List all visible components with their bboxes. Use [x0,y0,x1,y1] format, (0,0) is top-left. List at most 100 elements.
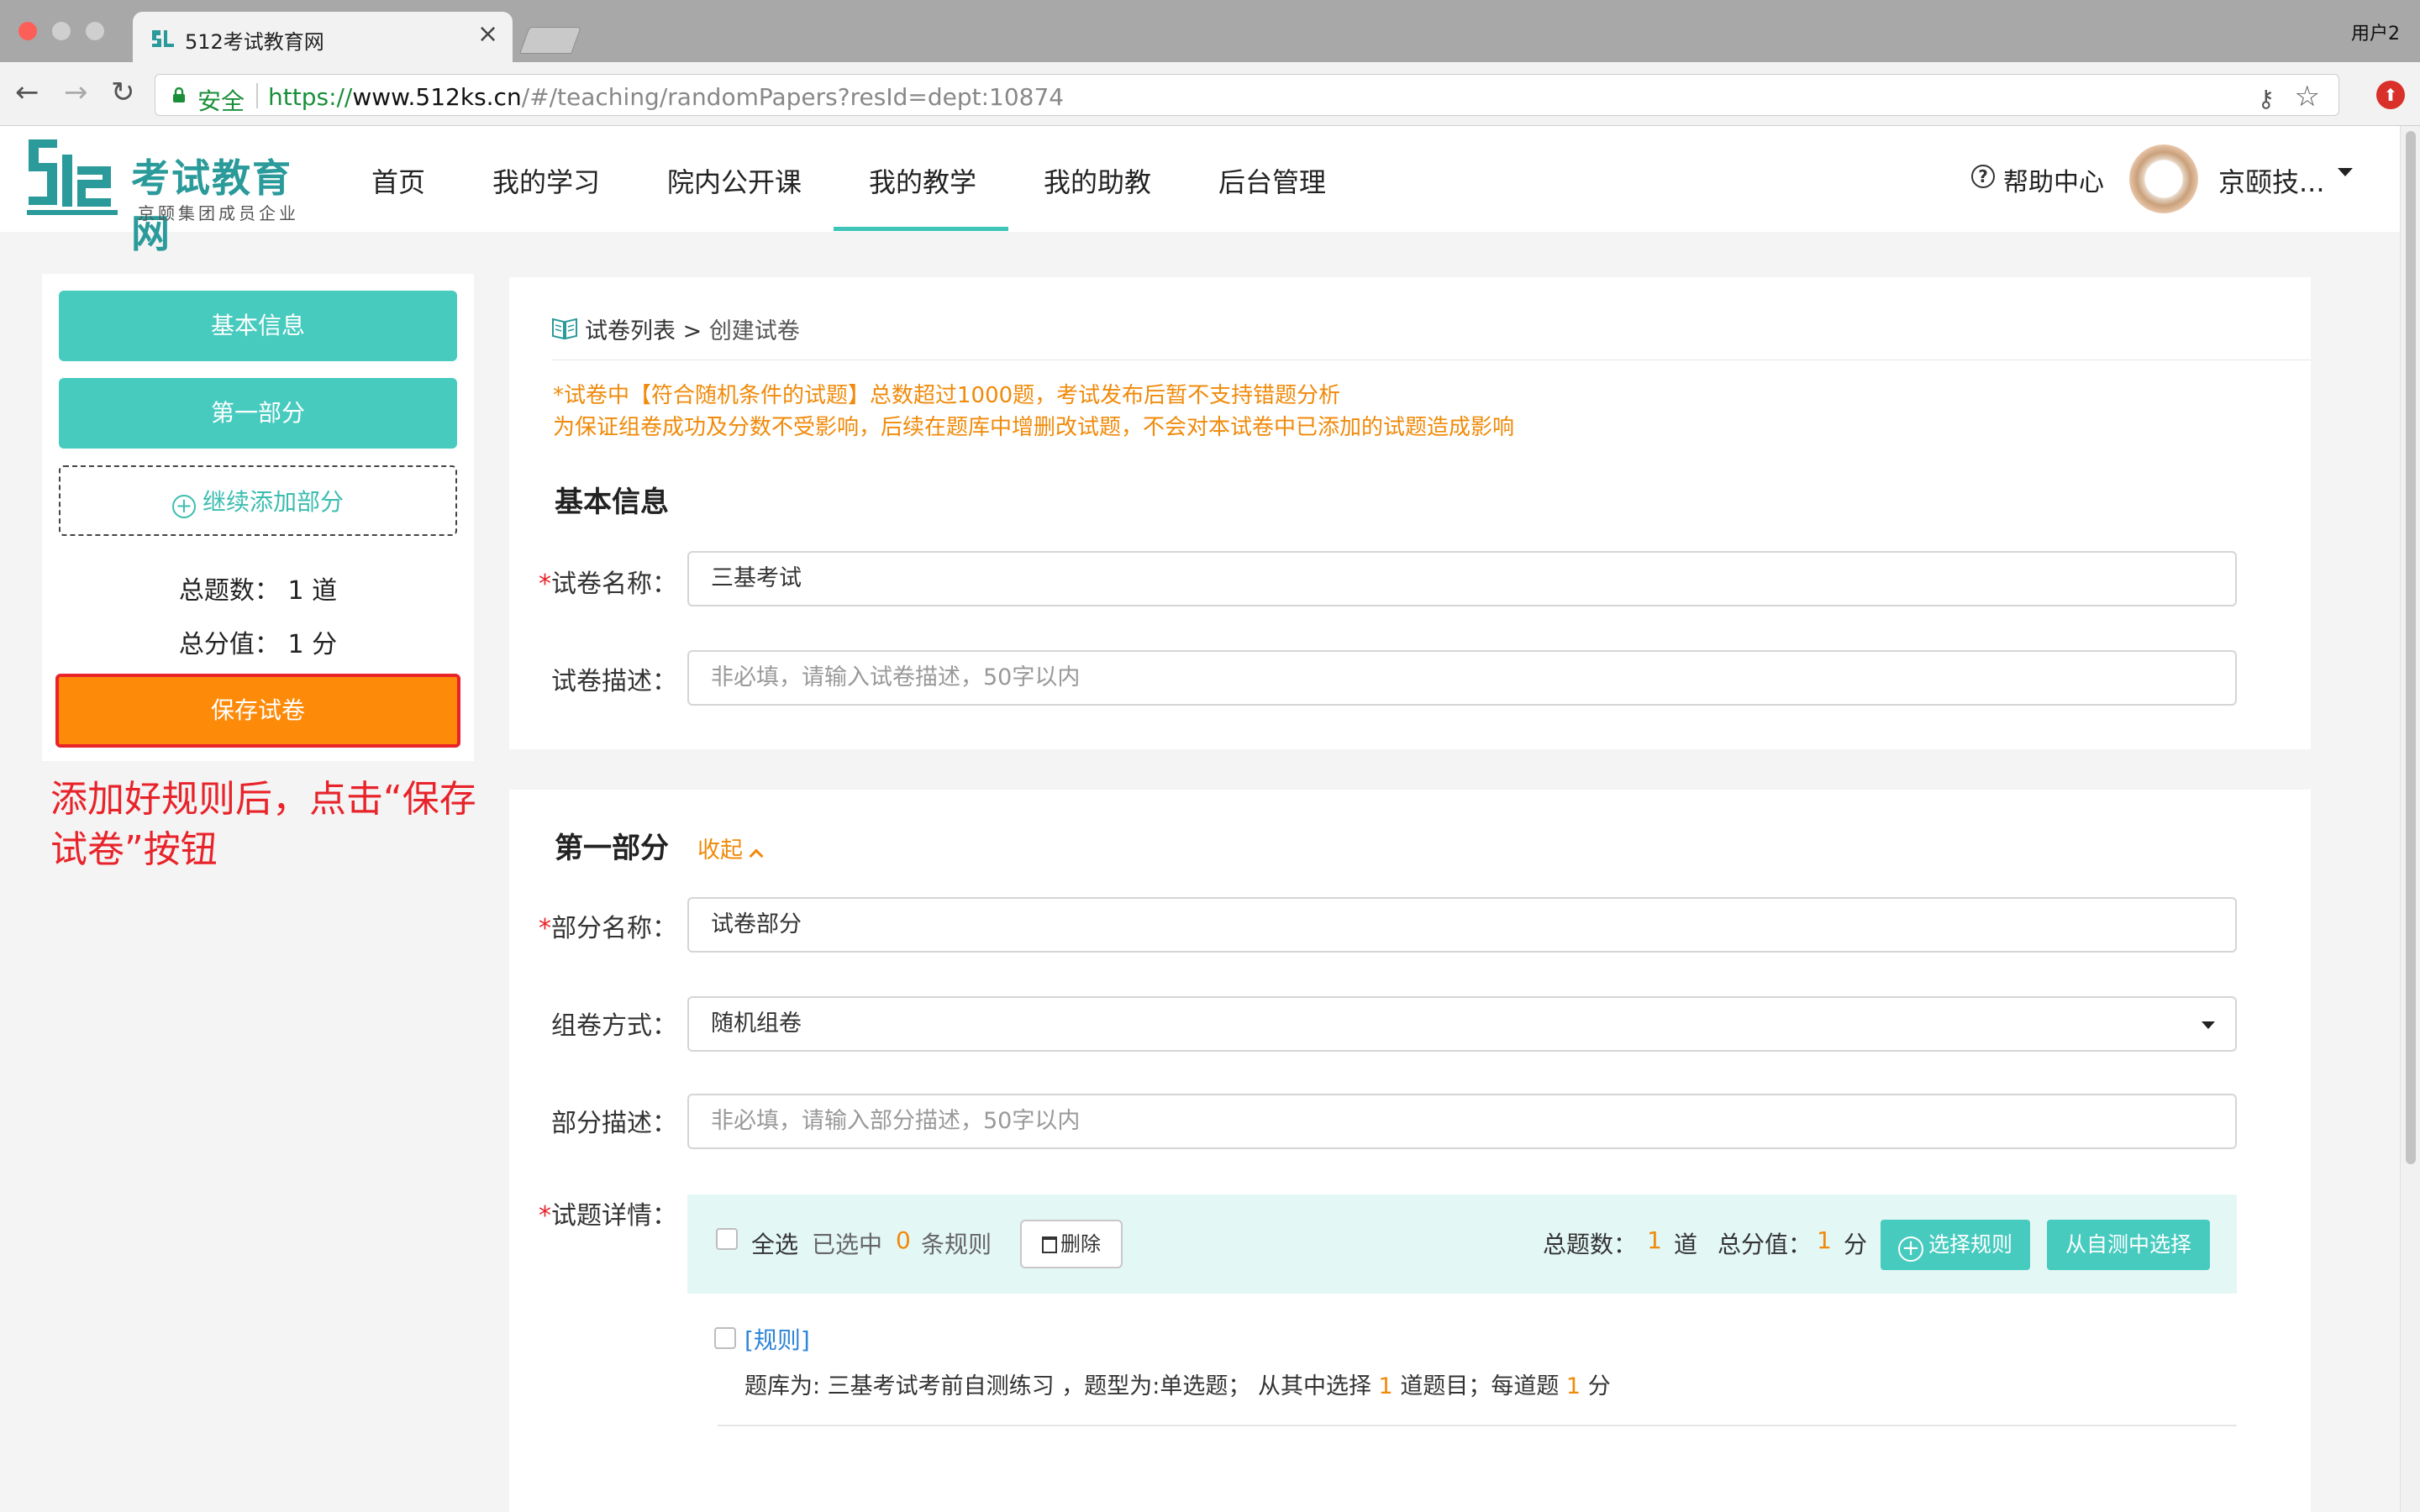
part-desc-label: 部分描述： [551,1109,677,1138]
tab-close-icon[interactable]: × [477,22,498,47]
chevron-up-icon [749,848,764,864]
total-score-stat: 总分值： 1 分 [178,630,338,659]
plus-circle-icon: + [1897,1236,1923,1262]
new-tab-button[interactable] [519,27,581,54]
part1-title: 第一部分 [555,832,669,865]
nav-admin[interactable]: 后台管理 [1218,161,1326,200]
total-score-unit: 分 [1844,1231,1868,1258]
part1-button[interactable]: 第一部分 [59,378,457,449]
compose-mode-label: 组卷方式： [551,1011,677,1041]
breadcrumb-separator: > [682,318,702,344]
divider [718,1425,2237,1426]
add-part-button[interactable]: + 继续添加部分 [59,465,457,536]
basic-info-card: 试卷列表 > 创建试卷 *试卷中【符合随机条件的试题】总数超过1000题，考试发… [509,277,2311,749]
required-mark: * [539,1201,551,1231]
minimize-window-button[interactable] [52,22,71,40]
forward-arrow-icon[interactable]: → [64,76,88,109]
choose-rule-button[interactable]: + 选择规则 [1881,1220,2030,1270]
nav-my-assistant[interactable]: 我的助教 [1044,161,1151,200]
part-name-input[interactable]: 试卷部分 [687,897,2237,953]
delete-button[interactable]: 删除 [1020,1220,1123,1268]
dropdown-caret-icon [2202,1021,2215,1029]
avatar[interactable] [2129,144,2198,213]
url-domain: www.512ks.cn [352,83,522,111]
address-bar[interactable]: 安全 https://www.512ks.cn/#/teaching/rando… [155,74,2339,116]
part1-card: 第一部分 收起 *部分名称： 试卷部分 组卷方式： 随机组卷 部分描述： 非必填… [509,790,2311,1512]
total-questions-unit: 道 [1674,1231,1698,1258]
paper-name-label: *试卷名称： [539,570,677,599]
site-favicon-icon [152,30,174,47]
collapse-link[interactable]: 收起 [697,832,764,864]
book-icon [552,318,577,340]
back-arrow-icon[interactable]: ← [15,76,39,109]
url-text[interactable]: https://www.512ks.cn/#/teaching/randomPa… [268,83,1064,111]
breadcrumb-root-link[interactable]: 试卷列表 [585,318,676,344]
select-all-label[interactable]: 全选 [751,1226,798,1260]
browser-tab-bar: 512考试教育网 × 用户2 [0,0,2420,64]
nav-open-courses[interactable]: 院内公开课 [667,161,802,200]
extension-icon[interactable]: ⬆ [2376,81,2405,109]
url-path: /#/teaching/randomPapers?resId=dept:1087… [521,83,1065,111]
total-questions-value: 1 [1647,1226,1662,1254]
total-questions-stat: 总题数： 1 道 [178,576,338,606]
url-divider [256,83,258,108]
nav-my-teaching[interactable]: 我的教学 [869,161,976,200]
selected-prefix: 已选中 [812,1231,883,1258]
browser-tab[interactable]: 512考试教育网 × [133,12,513,64]
nav-my-learning[interactable]: 我的学习 [492,161,600,200]
total-score-value: 1 [1817,1226,1832,1254]
nav-home[interactable]: 首页 [371,161,425,200]
rule-description: 题库为: 三基考试考前自测练习 ，题型为:单选题； 从其中选择 1 道题目；每道… [744,1373,1611,1399]
user-name[interactable]: 京颐技... [2218,161,2325,200]
maximize-window-button[interactable] [86,22,104,40]
site-logo[interactable]: 考试教育网 京颐集团成员企业 [24,129,326,256]
save-paper-button[interactable]: 保存试卷 [55,674,460,748]
rule-checkbox[interactable] [714,1327,736,1349]
close-window-button[interactable] [18,22,37,40]
basic-info-button[interactable]: 基本信息 [59,291,457,361]
paper-desc-input[interactable]: 非必填，请输入试卷描述，50字以内 [687,650,2237,706]
required-mark: * [539,570,551,599]
key-icon[interactable]: ⚷ [2257,85,2275,113]
part-name-label: *部分名称： [539,914,677,943]
part-desc-input[interactable]: 非必填，请输入部分描述，50字以内 [687,1094,2237,1149]
browser-toolbar: ← → ↻ 安全 https://www.512ks.cn/#/teaching… [0,62,2420,126]
bookmark-star-icon[interactable]: ☆ [2295,80,2320,113]
help-icon[interactable]: ? [1971,165,1995,188]
compose-mode-value: 随机组卷 [711,1011,802,1037]
rules-toolbar: 全选 已选中 0 条规则 删除 总题数： 1 道 总分值： 1 分 + 选择规则 … [687,1194,2237,1294]
add-part-label: 继续添加部分 [202,488,344,516]
select-all-checkbox[interactable] [716,1228,738,1250]
breadcrumb-current: 创建试卷 [708,318,800,344]
plus-circle-icon: + [171,495,196,518]
help-center-link[interactable]: 帮助中心 [2003,161,2104,198]
selected-suffix: 条规则 [921,1231,992,1258]
active-nav-indicator [834,227,1008,231]
warning-text-2: 为保证组卷成功及分数不受影响，后续在题库中增删改试题，不会对本试卷中已添加的试题… [553,415,1515,440]
rule-link[interactable]: [规则] [744,1322,810,1356]
warning-text-1: *试卷中【符合随机条件的试题】总数超过1000题，考试发布后暂不支持错题分析 [553,383,1341,408]
required-mark: * [539,914,551,943]
selected-count: 0 [896,1226,911,1254]
tab-title: 512考试教育网 [185,30,324,54]
user-menu-caret-icon[interactable] [2338,168,2353,176]
total-questions-label: 总题数： [1543,1231,1638,1258]
basic-info-title: 基本信息 [555,486,669,519]
page-scrollbar[interactable] [2400,126,2420,1512]
total-score-label: 总分值： [1718,1231,1812,1258]
scrollbar-thumb[interactable] [2406,131,2416,1164]
question-detail-label: *试题详情： [539,1201,677,1231]
choose-from-selftest-button[interactable]: 从自测中选择 [2047,1220,2210,1270]
reload-icon[interactable]: ↻ [111,76,135,109]
paper-desc-label: 试卷描述： [551,667,677,696]
site-header: 考试教育网 京颐集团成员企业 首页 我的学习 院内公开课 我的教学 我的助教 后… [0,126,2400,256]
browser-profile-name[interactable]: 用户2 [2351,18,2400,45]
annotation-tip: 添加好规则后，点击“保存试卷”按钮 [50,778,476,871]
lock-icon [173,87,185,102]
logo-subtitle: 京颐集团成员企业 [138,203,299,223]
compose-mode-select[interactable]: 随机组卷 [687,996,2237,1052]
trash-icon [1042,1236,1057,1253]
paper-name-input[interactable]: 三基考试 [687,551,2237,606]
url-scheme: https:// [268,83,353,111]
logo-512-icon [27,139,118,215]
